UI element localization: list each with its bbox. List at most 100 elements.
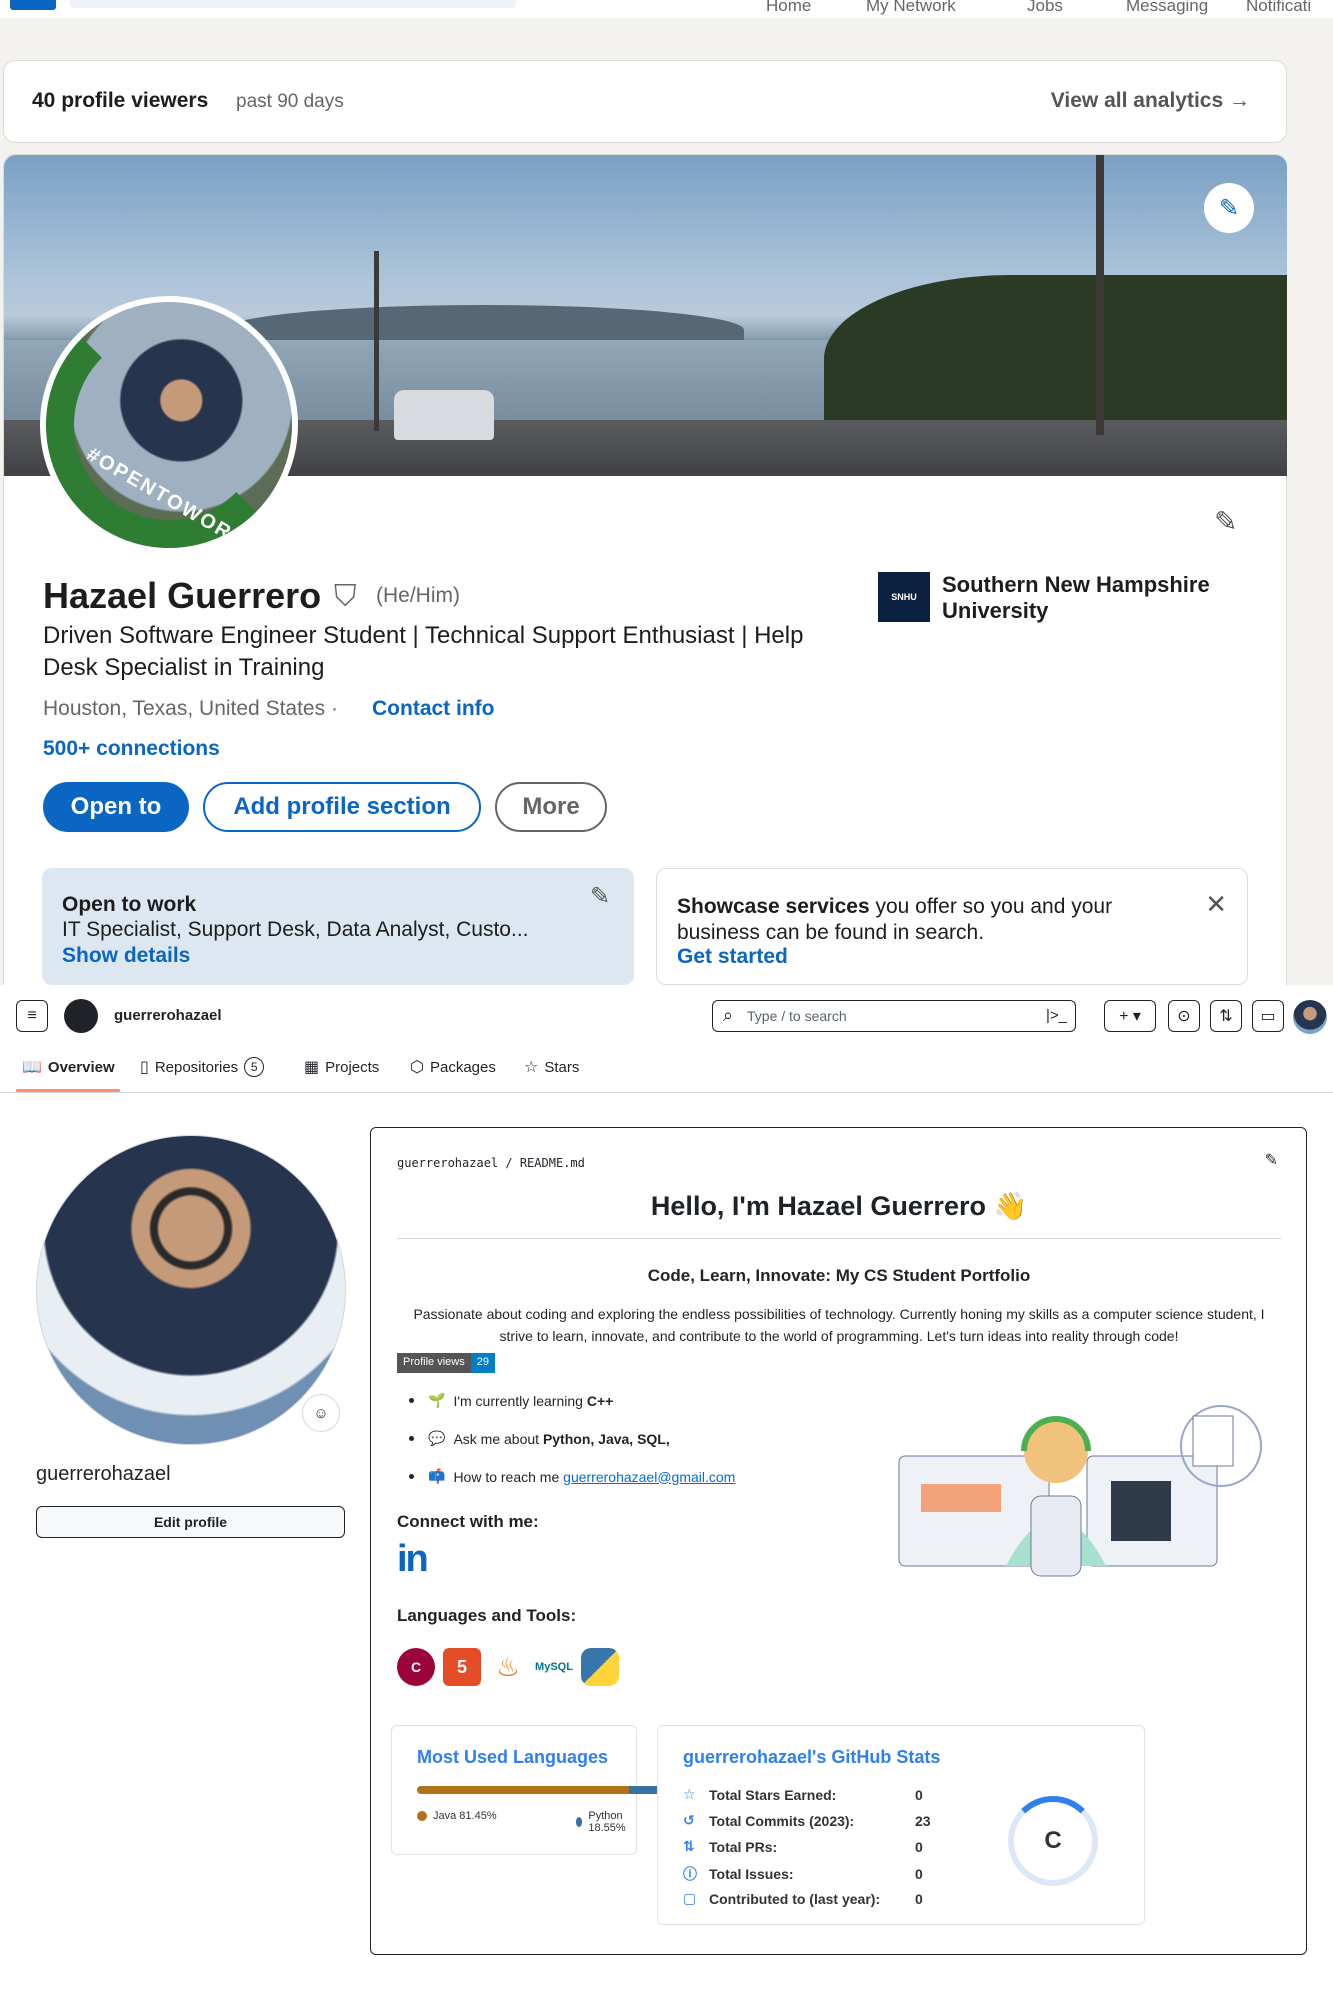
verified-badge-icon[interactable]: ⛉ [334,580,357,614]
repo-icon: ▢ [683,1890,697,1906]
edit-banner-pencil-icon[interactable]: ✎ [1204,183,1254,233]
school-name[interactable]: Southern New Hampshire University [942,572,1242,624]
banner-car [394,390,494,440]
edit-intro-pencil-icon[interactable]: ✎ [1214,505,1237,538]
tab-packages[interactable]: ⬡ Packages [410,1057,496,1077]
email-link[interactable]: guerrerohazael@gmail.com [563,1469,735,1485]
monitor-left-block [921,1484,1001,1512]
profile-location: Houston, Texas, United States · [43,697,338,720]
stat-value: 0 [915,1838,923,1855]
pull-requests-icon[interactable]: ⇅ [1210,1000,1242,1032]
add-profile-section-button[interactable]: Add profile section [203,782,481,832]
linkedin-icon[interactable]: in [397,1538,429,1581]
open-to-button[interactable]: Open to [43,782,189,832]
inbox-icon[interactable]: ▭ [1252,1000,1284,1032]
connect-title: Connect with me: [397,1512,539,1531]
list-item-text: How to reach me guerrerohazael@gmail.com [453,1469,735,1485]
view-all-analytics-link[interactable]: View all analytics → [1051,89,1250,113]
profile-card: ✎ ✎ [3,154,1287,985]
stat-value: 0 [915,1786,923,1803]
close-icon[interactable]: ✕ [1205,889,1227,920]
get-started-link[interactable]: Get started [677,945,788,969]
rank-arc [1008,1796,1098,1886]
nav-home[interactable]: Home [766,0,811,16]
active-tab-underline [16,1089,120,1092]
nav-messaging[interactable]: Messaging [1126,0,1208,16]
banner-lamp-post [374,251,379,431]
user-avatar[interactable] [1293,1000,1327,1034]
language-bar-segment-0 [417,1786,629,1794]
most-used-languages-title: Most Used Languages [417,1747,609,1767]
tab-overview[interactable]: 📖 Overview [22,1057,115,1077]
nav-notifications[interactable]: Notificati [1246,0,1311,16]
profile-viewers-count[interactable]: 40 profile viewers [32,89,208,113]
contact-info-link[interactable]: Contact info [372,697,494,721]
more-button[interactable]: More [495,782,607,832]
issue-icon: ⓘ [683,1866,697,1882]
ask-me-bold: Python, Java, SQL, [542,1430,670,1447]
hamburger-menu-icon[interactable]: ≡ [16,1000,48,1032]
stat-row: ↺ Total Commits (2023): 23 [683,1812,931,1829]
tab-overview-label: Overview [47,1058,115,1076]
connections-link[interactable]: 500+ connections [43,737,220,761]
school-logo[interactable]: SNHU [878,572,930,622]
nav-my-network[interactable]: My Network [866,0,956,16]
readme-path[interactable]: guerrerohazael / README.md [397,1156,585,1170]
create-new-button[interactable]: + ▾ [1104,1000,1156,1032]
linkedin-search-input[interactable] [70,0,516,8]
bullet [409,1398,414,1403]
show-details-link[interactable]: Show details [62,944,190,968]
github-logo-icon[interactable] [64,999,98,1033]
stat-row: ⇅ Total PRs: 0 [683,1838,923,1855]
learning-bold: C++ [586,1392,614,1409]
command-palette-icon[interactable]: |>_ [1046,1007,1067,1024]
profile-viewers-card: 40 profile viewers past 90 days View all… [3,60,1287,143]
profile-avatar[interactable] [36,1135,346,1445]
readme-heading: Hello, I'm Hazael Guerrero 👋 [397,1190,1281,1239]
linkedin-logo[interactable] [10,0,56,10]
tab-repositories-label: Repositories [154,1058,239,1076]
tab-stars[interactable]: ☆ Stars [524,1057,579,1077]
most-used-languages-card: Most Used Languages Java 81.45% Python 1… [391,1725,677,1855]
legend-python-label: Python 18.55% [588,1810,626,1834]
set-status-icon[interactable]: ☺ [302,1394,340,1432]
list-item-text: Ask me about Python, Java, SQL, [453,1431,669,1447]
profile-headline: Driven Software Engineer Student | Techn… [43,622,804,681]
ask-me-text: Ask me about [453,1430,543,1447]
developer-illustration [898,1405,1262,1577]
header-username[interactable]: guerrerohazael [114,1007,222,1024]
profile-pronouns: (He/Him) [376,584,460,607]
profile-name: Hazael Guerrero [43,575,322,616]
edit-profile-button[interactable]: Edit profile [36,1506,345,1538]
list-item-text: I'm currently learning C++ [453,1393,613,1409]
package-icon: ⬡ [410,1059,424,1076]
stat-row: ⓘ Total Issues: 0 [683,1864,923,1884]
search-placeholder: Type / to search [747,1008,847,1024]
repo-icon: ▯ [140,1059,149,1076]
tab-repositories[interactable]: ▯ Repositories 5 [140,1057,265,1077]
cplusplus-icon[interactable]: C [397,1648,435,1686]
github-section: ≡ guerrerohazael ⌕ Type / to search |>_ … [0,985,1333,2000]
tab-projects-label: Projects [325,1058,380,1076]
stat-label: Total Commits (2023): [709,1812,855,1829]
edit-readme-pencil-icon[interactable]: ✎ [1265,1150,1278,1170]
stat-label: Total Issues: [709,1866,794,1882]
edit-open-to-work-pencil-icon[interactable]: ✎ [590,882,610,911]
html5-icon[interactable]: 5 [443,1648,481,1686]
nav-jobs[interactable]: Jobs [1027,0,1063,16]
java-icon[interactable]: ♨ [489,1648,527,1686]
banner-pole [1096,155,1104,435]
languages-tools-title: Languages and Tools: [397,1606,577,1625]
readme-subheading: Code, Learn, Innovate: My CS Student Por… [647,1266,1031,1285]
tab-projects[interactable]: ▦ Projects [304,1057,379,1077]
list-item: 📫 How to reach me guerrerohazael@gmail.co… [409,1468,735,1485]
python-icon[interactable] [581,1648,619,1686]
mysql-icon[interactable]: MySQL [535,1648,573,1686]
search-input[interactable]: ⌕ Type / to search |>_ [712,1000,1076,1032]
monitor-right-code [1111,1481,1171,1541]
stat-label: Total Stars Earned: [709,1786,837,1803]
profile-photo[interactable]: #OPENTOWORK [40,296,298,554]
open-to-work-card[interactable]: Open to work IT Specialist, Support Desk… [42,868,634,985]
stat-value: 0 [915,1866,923,1882]
issues-icon[interactable]: ⊙ [1168,1000,1200,1032]
